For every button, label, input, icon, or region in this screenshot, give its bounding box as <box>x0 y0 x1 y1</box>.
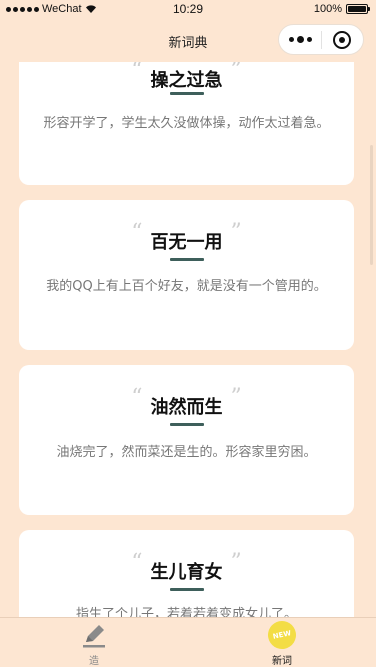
card-heading: “ 操之过急 ” <box>19 62 354 92</box>
open-quote-icon: “ <box>131 550 143 575</box>
tab-label: 新词 <box>272 656 292 667</box>
word-underline <box>169 588 204 591</box>
close-quote-icon: ” <box>230 62 242 83</box>
card-heading: “ 油然而生 ” <box>19 387 354 419</box>
status-bar: WeChat 10:29 100% <box>0 0 376 20</box>
word-title: 操之过急 <box>150 70 223 91</box>
word-explanation: 油烧完了，然而菜还是生的。形容家里穷困。 <box>56 445 317 460</box>
tab-new-words[interactable]: NEW 新词 <box>188 618 376 667</box>
status-right: 100% <box>313 3 370 15</box>
word-title: 生儿育女 <box>150 562 223 583</box>
word-explanation: 我的QQ上有上百个好友，就是没有一个管用的。 <box>46 279 327 294</box>
tab-create[interactable]: 造 <box>0 618 188 667</box>
close-quote-icon: ” <box>230 385 242 410</box>
word-title: 油然而生 <box>150 397 223 418</box>
battery-percent: 100% <box>313 3 342 15</box>
pencil-icon <box>83 625 105 648</box>
word-card[interactable]: “ 油然而生 ” 油烧完了，然而菜还是生的。形容家里穷困。 <box>19 365 354 515</box>
new-badge-icon: NEW <box>265 618 299 652</box>
card-heading: “ 生儿育女 ” <box>19 552 354 584</box>
scrollbar[interactable] <box>370 145 373 265</box>
nav-bar: 新词典 <box>0 20 376 62</box>
close-quote-icon: ” <box>230 220 242 245</box>
close-mini-program-icon[interactable] <box>322 30 363 49</box>
word-underline <box>169 258 204 261</box>
word-explanation: 形容开学了，学生太久没做体操，动作太过着急。 <box>43 116 330 131</box>
word-card[interactable]: “ 操之过急 ” 形容开学了，学生太久没做体操，动作太过着急。 <box>19 62 354 185</box>
card-heading: “ 百无一用 ” <box>19 222 354 254</box>
word-list[interactable]: “ 操之过急 ” 形容开学了，学生太久没做体操，动作太过着急。 “ 百无一用 ”… <box>0 62 376 617</box>
more-options-icon[interactable] <box>279 36 321 43</box>
tab-label: 造 <box>89 656 99 667</box>
open-quote-icon: “ <box>131 385 143 410</box>
word-underline <box>169 92 204 95</box>
word-title: 百无一用 <box>150 232 223 253</box>
word-card[interactable]: “ 百无一用 ” 我的QQ上有上百个好友，就是没有一个管用的。 <box>19 200 354 350</box>
battery-icon <box>346 4 370 14</box>
word-explanation: 指生了个儿子，若着若着变成女儿了。 <box>75 607 297 617</box>
mini-program-capsule <box>278 24 364 55</box>
tab-bar: 造 NEW 新词 <box>0 617 376 667</box>
open-quote-icon: “ <box>131 220 143 245</box>
word-card[interactable]: “ 生儿育女 ” 指生了个儿子，若着若着变成女儿了。 <box>19 530 354 617</box>
word-underline <box>169 423 204 426</box>
close-quote-icon: ” <box>230 550 242 575</box>
open-quote-icon: “ <box>131 62 143 83</box>
